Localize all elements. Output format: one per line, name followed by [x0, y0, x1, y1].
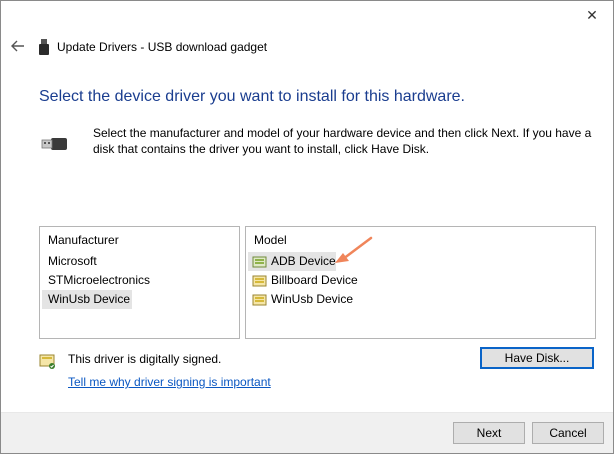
instructions-text: Select the manufacturer and model of you…	[93, 126, 592, 156]
driver-signing-link[interactable]: Tell me why driver signing is important	[68, 375, 271, 389]
usb-device-icon	[39, 39, 49, 55]
have-disk-button[interactable]: Have Disk...	[480, 347, 594, 369]
driver-package-icon	[252, 294, 267, 305]
close-icon: ✕	[586, 6, 598, 23]
close-button[interactable]: ✕	[579, 5, 605, 25]
manufacturer-item-winusb-device[interactable]: WinUsb Device	[42, 290, 132, 309]
manufacturer-item-microsoft[interactable]: Microsoft	[42, 252, 237, 271]
back-arrow-icon	[11, 40, 24, 52]
window-title: Update Drivers - USB download gadget	[57, 40, 268, 54]
model-item-adb-device[interactable]: ADB Device	[248, 252, 336, 271]
next-button[interactable]: Next	[453, 422, 525, 444]
model-item-label: Billboard Device	[271, 273, 358, 287]
signing-status-text: This driver is digitally signed.	[68, 352, 222, 366]
model-item-label: ADB Device	[271, 254, 336, 268]
usb-plug-icon	[41, 138, 67, 150]
model-item-billboard-device[interactable]: Billboard Device	[248, 271, 593, 290]
window-title-row: Update Drivers - USB download gadget	[39, 39, 267, 55]
cancel-button[interactable]: Cancel	[532, 422, 604, 444]
manufacturer-item-stmicroelectronics[interactable]: STMicroelectronics	[42, 271, 237, 290]
manufacturer-listbox[interactable]: Manufacturer Microsoft STMicroelectronic…	[39, 226, 240, 339]
model-listbox[interactable]: Model ADB Device Billboard Device WinUsb…	[245, 226, 596, 339]
driver-package-icon	[252, 256, 267, 267]
model-header: Model	[254, 233, 287, 247]
manufacturer-header: Manufacturer	[48, 233, 119, 247]
model-item-label: WinUsb Device	[271, 292, 354, 306]
model-item-winusb-device[interactable]: WinUsb Device	[248, 290, 593, 309]
page-heading: Select the device driver you want to ins…	[39, 88, 465, 105]
update-drivers-window: ✕ Update Drivers - USB download gadget S…	[0, 0, 614, 454]
driver-package-icon	[252, 275, 267, 286]
signed-certificate-icon	[39, 354, 55, 369]
back-button[interactable]	[7, 35, 29, 57]
